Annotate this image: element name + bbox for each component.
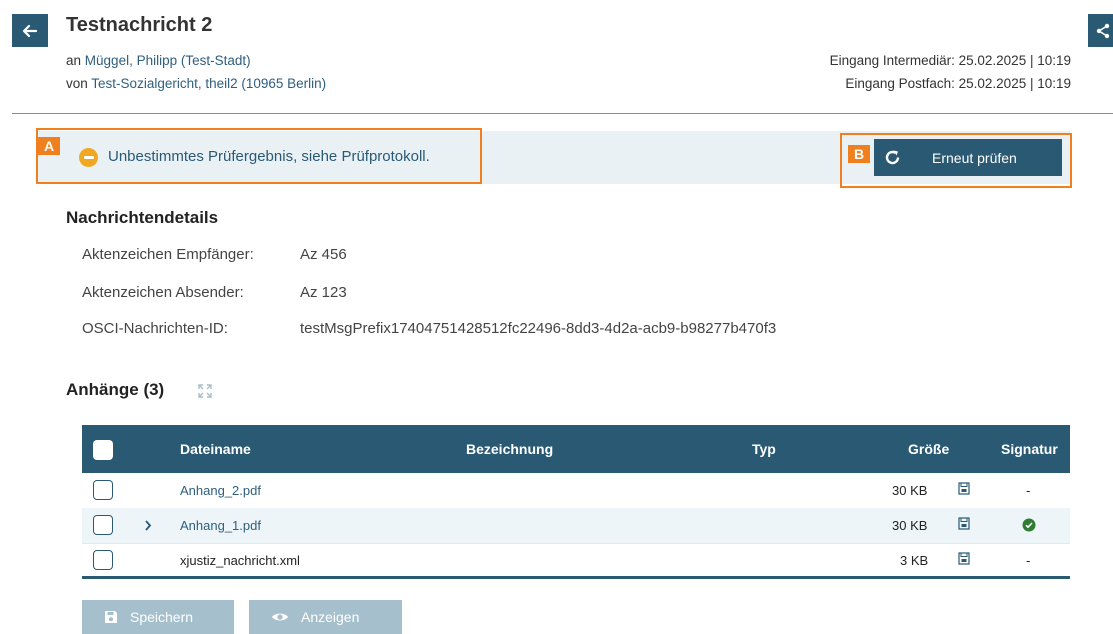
- detail-label: Aktenzeichen Empfänger:: [82, 246, 254, 263]
- save-label: Speichern: [130, 609, 194, 625]
- header-divider: [12, 113, 1113, 114]
- column-description[interactable]: Bezeichnung: [466, 441, 553, 457]
- attachment-link[interactable]: Anhang_1.pdf: [180, 518, 261, 533]
- attachments-heading: Anhänge (3): [66, 380, 165, 399]
- attachments-table-header: Dateiname Bezeichnung Typ Größe Signatur: [82, 425, 1070, 473]
- recipient-link[interactable]: Müggel, Philipp (Test-Stadt): [85, 53, 251, 68]
- page-title: Testnachricht 2: [66, 14, 213, 36]
- save-file-icon[interactable]: [958, 552, 970, 565]
- tag-a: A: [38, 137, 60, 155]
- recipient-prefix: an: [66, 53, 82, 68]
- attachment-link[interactable]: Anhang_2.pdf: [180, 483, 261, 498]
- detail-label: Aktenzeichen Absender:: [82, 284, 244, 301]
- share-icon: [1096, 23, 1110, 38]
- received-intermediary: Eingang Intermediär: 25.02.2025 | 10:19: [829, 53, 1071, 68]
- table-row: Anhang_1.pdf 30 KB: [82, 508, 1070, 544]
- table-row: xjustiz_nachricht.xml 3 KB -: [82, 543, 1070, 578]
- expand-icon[interactable]: [198, 384, 212, 398]
- file-size: 3 KB: [900, 553, 929, 568]
- sender-prefix: von: [66, 76, 88, 91]
- tag-b: B: [848, 145, 870, 163]
- signature-status: -: [1026, 483, 1031, 498]
- recipient-line: an Müggel, Philipp (Test-Stadt): [66, 53, 251, 68]
- row-checkbox[interactable]: [93, 550, 113, 570]
- row-checkbox[interactable]: [93, 515, 113, 535]
- view-label: Anzeigen: [301, 609, 360, 625]
- view-button[interactable]: Anzeigen: [249, 600, 402, 634]
- column-signature[interactable]: Signatur: [1001, 441, 1058, 457]
- chevron-right-icon[interactable]: [144, 520, 152, 531]
- save-file-icon[interactable]: [958, 517, 970, 530]
- sender-line: von Test-Sozialgericht, theil2 (10965 Be…: [66, 76, 326, 91]
- detail-label: OSCI-Nachrichten-ID:: [82, 320, 228, 337]
- save-file-icon[interactable]: [958, 482, 970, 495]
- arrow-left-icon: [22, 24, 38, 37]
- table-bottom-border: [82, 576, 1070, 579]
- file-size: 30 KB: [892, 483, 928, 498]
- back-button[interactable]: [12, 14, 48, 47]
- verification-message: Unbestimmtes Prüfergebnis, siehe Prüfpro…: [108, 148, 430, 165]
- floppy-icon: [105, 611, 117, 623]
- check-circle-icon: [1022, 518, 1036, 532]
- save-button[interactable]: Speichern: [82, 600, 234, 634]
- column-type[interactable]: Typ: [752, 441, 776, 457]
- signature-status: -: [1026, 553, 1031, 568]
- recheck-label: Erneut prüfen: [932, 150, 1017, 166]
- share-button[interactable]: [1088, 14, 1113, 47]
- sender-link[interactable]: Test-Sozialgericht, theil2 (10965 Berlin…: [91, 76, 326, 91]
- received-mailbox: Eingang Postfach: 25.02.2025 | 10:19: [845, 76, 1071, 91]
- select-all-checkbox[interactable]: [93, 440, 113, 460]
- row-checkbox[interactable]: [93, 480, 113, 500]
- detail-value: Az 123: [300, 284, 347, 301]
- table-row: Anhang_2.pdf 30 KB -: [82, 473, 1070, 509]
- attachment-name[interactable]: xjustiz_nachricht.xml: [180, 553, 300, 568]
- detail-value: Az 456: [300, 246, 347, 263]
- indeterminate-icon: [79, 148, 98, 167]
- details-heading: Nachrichtendetails: [66, 208, 219, 227]
- eye-icon: [272, 613, 288, 621]
- recheck-button[interactable]: Erneut prüfen: [874, 139, 1062, 176]
- file-size: 30 KB: [892, 518, 928, 533]
- column-size[interactable]: Größe: [908, 441, 949, 457]
- refresh-icon: [885, 150, 900, 165]
- column-filename[interactable]: Dateiname: [180, 441, 251, 457]
- detail-value: testMsgPrefix17404751428512fc22496-8dd3-…: [300, 320, 777, 337]
